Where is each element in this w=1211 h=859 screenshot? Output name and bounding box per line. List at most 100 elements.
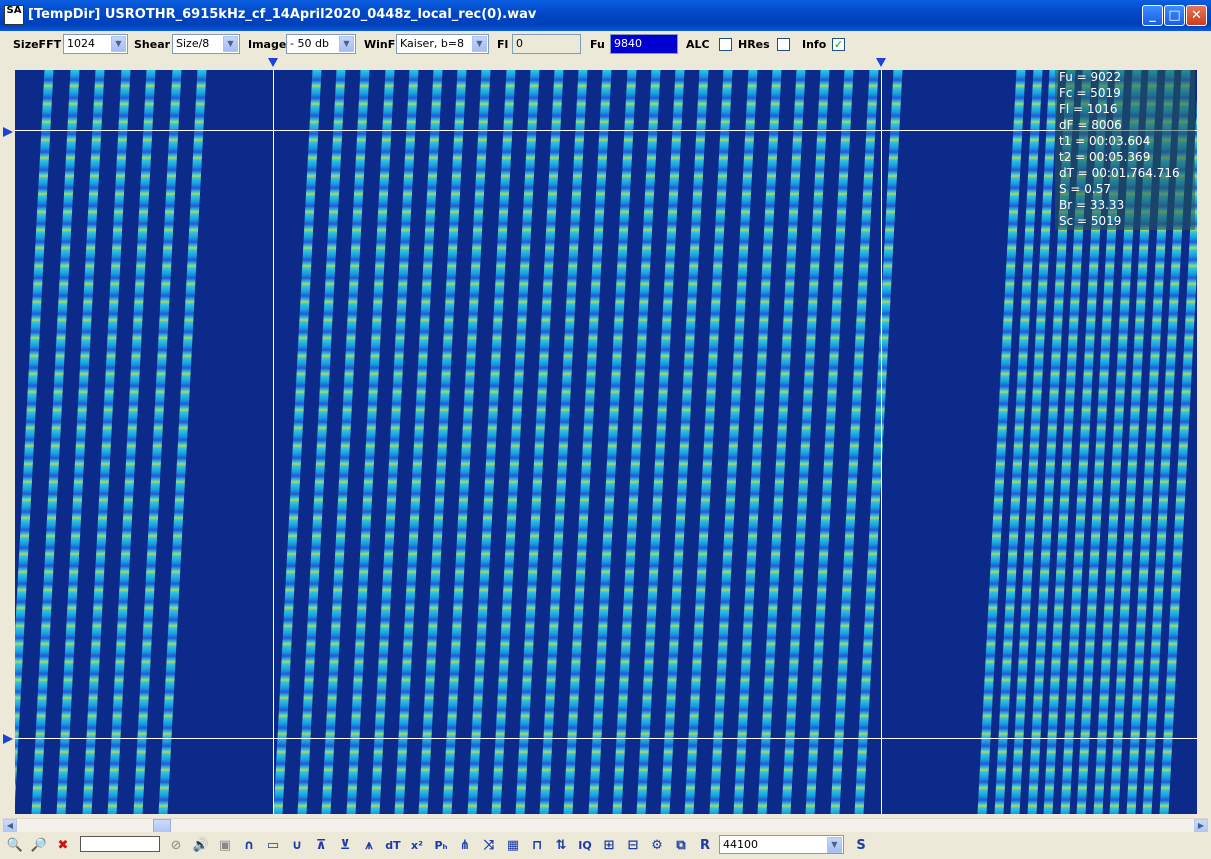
marker-b-icon: ⊻: [339, 838, 351, 853]
lower-frequency-line[interactable]: [15, 738, 1197, 739]
marker-c-icon: ⩚: [365, 838, 373, 853]
info-checkbox[interactable]: ✓: [832, 38, 845, 51]
r-button[interactable]: R: [696, 837, 714, 855]
disabled-button[interactable]: ⊘: [167, 837, 185, 855]
upper-frequency-line[interactable]: [15, 130, 1197, 131]
winf-select[interactable]: Kaiser, b=8 ▼: [396, 34, 489, 54]
close-icon: ✕: [1191, 8, 1202, 23]
table-button[interactable]: ▦: [504, 837, 522, 855]
rect-button[interactable]: ▭: [264, 837, 282, 855]
signal-stripe: [684, 70, 733, 814]
sample-rate-select[interactable]: 44100 ▼: [719, 835, 844, 854]
ph-icon: Pₕ: [434, 839, 448, 852]
image-label: Image: [248, 38, 287, 51]
signal-stripe: [346, 70, 395, 814]
time-marker-t2-icon[interactable]: [876, 58, 886, 67]
s-button[interactable]: S: [852, 837, 870, 855]
signal-stripe: [321, 70, 370, 814]
rect-icon: ▭: [266, 838, 280, 853]
zoom-out-button[interactable]: 🔎: [30, 837, 48, 855]
copy-button[interactable]: ⧉: [672, 837, 690, 855]
iq-button[interactable]: IQ: [576, 837, 594, 855]
info-sc: Sc = 5019: [1059, 214, 1122, 228]
shuffle-button[interactable]: ⤨: [480, 837, 498, 855]
fu-label: Fu: [590, 38, 605, 51]
stop-button[interactable]: ▣: [216, 837, 234, 855]
comb-button[interactable]: ⋔: [456, 837, 474, 855]
scroll-thumb[interactable]: [153, 819, 171, 833]
marker-a-button[interactable]: ⊼: [312, 837, 330, 855]
winf-value: Kaiser, b=8: [400, 37, 465, 50]
ph-button[interactable]: Pₕ: [432, 837, 450, 855]
spectrogram-canvas[interactable]: Fu = 9022 Fc = 5019 Fl = 1016 dF = 8006 …: [15, 70, 1197, 814]
arc-up-icon: ∩: [243, 838, 255, 853]
signal-stripe: [394, 70, 443, 814]
t2-cursor-line[interactable]: [881, 70, 882, 814]
x-squared-button[interactable]: x²: [408, 837, 426, 855]
cancel-button[interactable]: ✖: [54, 837, 72, 855]
gear-icon: ⚙: [651, 838, 663, 853]
info-df: dF = 8006: [1059, 118, 1122, 132]
arc-up-button[interactable]: ∩: [240, 837, 258, 855]
spectrogram-area: Fu = 9022 Fc = 5019 Fl = 1016 dF = 8006 …: [0, 58, 1211, 818]
arrow-right-icon: ▶: [1197, 821, 1205, 830]
t1-cursor-line[interactable]: [273, 70, 274, 814]
play-button[interactable]: 🔊: [192, 837, 210, 855]
info-fl: Fl = 1016: [1059, 102, 1118, 116]
marker-b-button[interactable]: ⊻: [336, 837, 354, 855]
signal-stripe: [636, 70, 685, 814]
zoom-in-button[interactable]: 🔍: [6, 837, 24, 855]
time-marker-t1-icon[interactable]: [268, 58, 278, 67]
alc-checkbox[interactable]: [719, 38, 732, 51]
signal-stripe: [539, 70, 588, 814]
chevron-down-icon: ▼: [472, 36, 487, 52]
signal-stripe: [733, 70, 782, 814]
bottom-toolbar: 🔍 🔎 ✖ ⊘ 🔊 ▣ ∩ ▭ ∪ ⊼ ⊻ ⩚ dT x² Pₕ ⋔ ⤨ ▦ ⊓…: [0, 832, 1211, 859]
signal-stripe: [830, 70, 879, 814]
dt-button[interactable]: dT: [384, 837, 402, 855]
fu-field[interactable]: 9840: [610, 34, 678, 54]
minimize-button[interactable]: _: [1142, 5, 1163, 26]
freq-marker-upper-icon[interactable]: [3, 127, 13, 137]
position-input[interactable]: [80, 836, 160, 852]
scroll-right-button[interactable]: ▶: [1194, 819, 1208, 833]
updown-button[interactable]: ⇅: [552, 837, 570, 855]
signal-stripe: [660, 70, 709, 814]
settings-button[interactable]: ⚙: [648, 837, 666, 855]
info-s: S = 0.57: [1059, 182, 1112, 196]
signal-stripe: [805, 70, 854, 814]
signal-stripe: [515, 70, 564, 814]
disabled-icon: ⊘: [170, 838, 182, 853]
info-fu: Fu = 9022: [1059, 70, 1122, 84]
hres-checkbox[interactable]: [777, 38, 790, 51]
arc-down-button[interactable]: ∪: [288, 837, 306, 855]
pattern-b-icon: ⊟: [627, 838, 639, 853]
settings-toolbar: SizeFFT 1024 ▼ Shear Size/8 ▼ Image - 50…: [0, 31, 1211, 59]
arrows-updown-icon: ⇅: [555, 838, 567, 853]
fl-field[interactable]: 0: [512, 34, 581, 54]
sizefft-select[interactable]: 1024 ▼: [63, 34, 128, 54]
shear-select[interactable]: Size/8 ▼: [172, 34, 240, 54]
wave-button[interactable]: ⊓: [528, 837, 546, 855]
info-label: Info: [802, 38, 827, 51]
sizefft-label: SizeFFT: [13, 38, 62, 51]
comb-icon: ⋔: [459, 838, 471, 853]
marker-c-button[interactable]: ⩚: [360, 837, 378, 855]
r-icon: R: [699, 838, 710, 853]
close-button[interactable]: ✕: [1186, 5, 1207, 26]
signal-stripe: [15, 70, 54, 814]
horizontal-scrollbar[interactable]: ◀ ▶: [3, 818, 1208, 833]
signal-stripe: [370, 70, 419, 814]
s-icon: S: [856, 838, 866, 853]
maximize-button[interactable]: □: [1164, 5, 1185, 26]
arrow-left-icon: ◀: [6, 821, 14, 830]
image-select[interactable]: - 50 db ▼: [286, 34, 356, 54]
freq-marker-lower-icon[interactable]: [3, 734, 13, 744]
scroll-left-button[interactable]: ◀: [3, 819, 17, 833]
signal-stripe: [709, 70, 758, 814]
pattern-b-button[interactable]: ⊟: [624, 837, 642, 855]
signal-stripe: [757, 70, 806, 814]
chevron-down-icon: ▼: [111, 36, 126, 52]
fl-label: Fl: [497, 38, 509, 51]
pattern-a-button[interactable]: ⊞: [600, 837, 618, 855]
